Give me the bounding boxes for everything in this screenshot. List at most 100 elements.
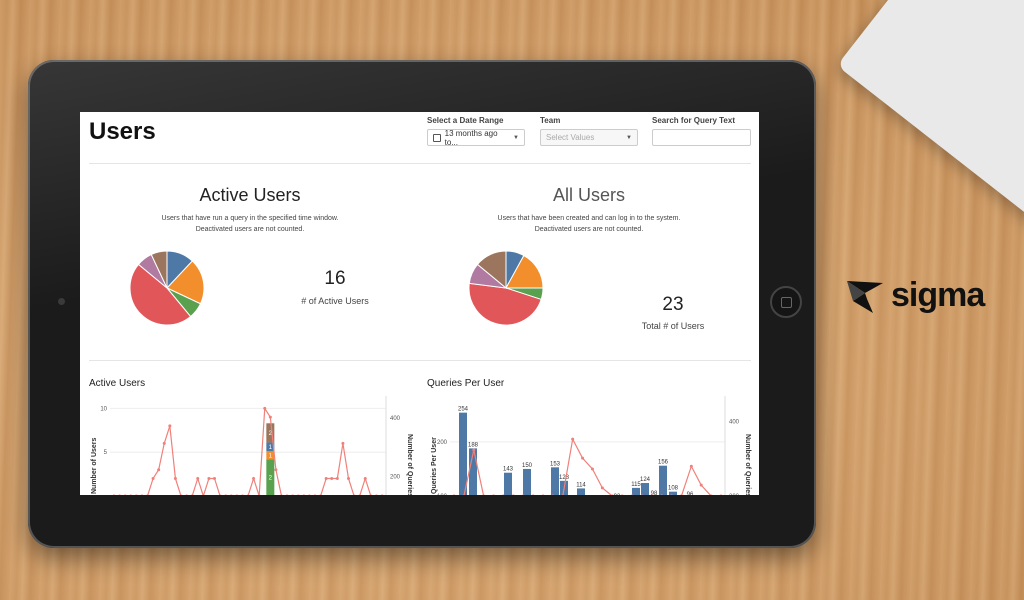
line-point[interactable] xyxy=(492,494,495,496)
line-point[interactable] xyxy=(341,441,345,445)
bar[interactable] xyxy=(459,412,467,495)
line-point[interactable] xyxy=(252,476,256,480)
active-users-pie-chart xyxy=(129,250,205,326)
team-select[interactable]: Select Values ▼ xyxy=(540,129,638,146)
divider xyxy=(89,163,751,164)
y2-axis-label: Number of Queries xyxy=(744,434,751,495)
bar-value-label: 143 xyxy=(503,467,514,473)
bar[interactable] xyxy=(504,472,512,495)
y2-tick-label: 200 xyxy=(390,475,401,481)
sigma-logo: sigma xyxy=(845,276,985,315)
line-point[interactable] xyxy=(297,494,300,496)
all-users-desc-line2: Deactivated users are not counted. xyxy=(534,226,644,233)
line-point[interactable] xyxy=(124,494,127,496)
date-range-value: 13 months ago to... xyxy=(444,128,498,147)
line-point[interactable] xyxy=(512,494,515,496)
line-point[interactable] xyxy=(241,494,244,496)
line-point[interactable] xyxy=(129,494,132,496)
line-point[interactable] xyxy=(581,456,585,460)
team-filter: Team Select Values ▼ xyxy=(540,116,638,146)
line-point[interactable] xyxy=(375,494,378,496)
active-users-desc-line2: Deactivated users are not counted. xyxy=(195,226,305,233)
bar[interactable] xyxy=(669,491,677,495)
bar-value-label: 188 xyxy=(468,442,479,448)
bar[interactable] xyxy=(551,467,559,495)
line-point[interactable] xyxy=(185,494,188,496)
bar-value-label: 124 xyxy=(640,477,651,483)
bar-value-label: 93 xyxy=(614,494,621,495)
active-users-chart: 5 10 200 400 Number of Users Number of Querie… xyxy=(91,396,413,496)
all-users-description: Users that have been created and can log… xyxy=(474,213,704,235)
line-point[interactable] xyxy=(224,494,227,496)
calendar-icon xyxy=(433,133,441,142)
query-search-label: Search for Query Text xyxy=(652,116,735,125)
line-point[interactable] xyxy=(268,415,272,419)
line-point[interactable] xyxy=(620,494,624,496)
line-point[interactable] xyxy=(162,441,166,445)
home-button[interactable] xyxy=(770,286,802,318)
line-point[interactable] xyxy=(151,476,155,480)
line-point[interactable] xyxy=(363,476,367,480)
queries-per-user-chart: 100 200 200 400 Queries Per User Number of Qu… xyxy=(431,396,751,496)
line-point[interactable] xyxy=(308,494,311,496)
line-point[interactable] xyxy=(263,406,267,410)
line-point[interactable] xyxy=(347,476,350,480)
line-point[interactable] xyxy=(719,494,723,496)
y-tick-label: 5 xyxy=(104,450,108,456)
line-point[interactable] xyxy=(280,494,283,496)
active-users-description: Users that have run a query in the speci… xyxy=(135,213,365,235)
bar[interactable] xyxy=(577,488,585,495)
bar-value-label: 156 xyxy=(658,460,669,466)
all-users-desc-line1: Users that have been created and can log… xyxy=(497,215,681,222)
line-point[interactable] xyxy=(230,494,233,496)
line-point[interactable] xyxy=(213,476,216,480)
line-point[interactable] xyxy=(590,467,594,471)
bar[interactable] xyxy=(659,465,667,495)
bar[interactable] xyxy=(641,483,649,495)
line-point[interactable] xyxy=(140,494,144,496)
team-label: Team xyxy=(540,116,561,125)
line-point[interactable] xyxy=(689,464,693,468)
line-point[interactable] xyxy=(274,468,278,472)
active-users-count-label: # of Active Users xyxy=(301,296,369,306)
query-search-input[interactable] xyxy=(652,129,751,146)
line-point[interactable] xyxy=(118,494,121,496)
home-square-icon xyxy=(780,296,792,308)
y-tick-label: 200 xyxy=(437,440,448,446)
line-point[interactable] xyxy=(452,494,456,496)
team-placeholder: Select Values xyxy=(546,133,595,142)
line-point[interactable] xyxy=(380,494,384,496)
line-point[interactable] xyxy=(571,437,575,441)
line-point[interactable] xyxy=(531,494,535,496)
line-point[interactable] xyxy=(541,494,545,496)
line-point[interactable] xyxy=(207,476,211,480)
queries-per-user-chart-title: Queries Per User xyxy=(427,378,505,389)
line-point[interactable] xyxy=(285,494,289,496)
line-point[interactable] xyxy=(112,494,116,496)
line-point[interactable] xyxy=(600,486,604,490)
bar-value-label: 98 xyxy=(651,491,658,495)
line-point[interactable] xyxy=(291,494,294,496)
line-point[interactable] xyxy=(482,494,485,496)
line-point[interactable] xyxy=(335,476,339,480)
y2-axis-label: Number of Queries xyxy=(406,434,413,495)
line-point[interactable] xyxy=(699,483,703,487)
line-point[interactable] xyxy=(173,476,177,480)
bar[interactable] xyxy=(523,468,531,495)
line-point[interactable] xyxy=(157,468,161,472)
line-point[interactable] xyxy=(168,424,172,428)
line-point[interactable] xyxy=(472,448,476,452)
bar-value-label: 254 xyxy=(458,407,469,413)
query-search-filter: Search for Query Text xyxy=(652,116,751,146)
line-point[interactable] xyxy=(313,494,317,496)
line-point[interactable] xyxy=(196,476,200,480)
line-point[interactable] xyxy=(324,476,328,480)
line-point[interactable] xyxy=(235,494,238,496)
line-point[interactable] xyxy=(330,476,334,480)
dashboard-screen: Users Select a Date Range 13 months ago … xyxy=(80,112,759,495)
date-range-select[interactable]: 13 months ago to... ▼ xyxy=(427,128,525,147)
line-point[interactable] xyxy=(135,494,138,496)
line-point[interactable] xyxy=(302,494,305,496)
bar[interactable] xyxy=(632,487,640,495)
bar-value-label: 114 xyxy=(576,482,586,488)
